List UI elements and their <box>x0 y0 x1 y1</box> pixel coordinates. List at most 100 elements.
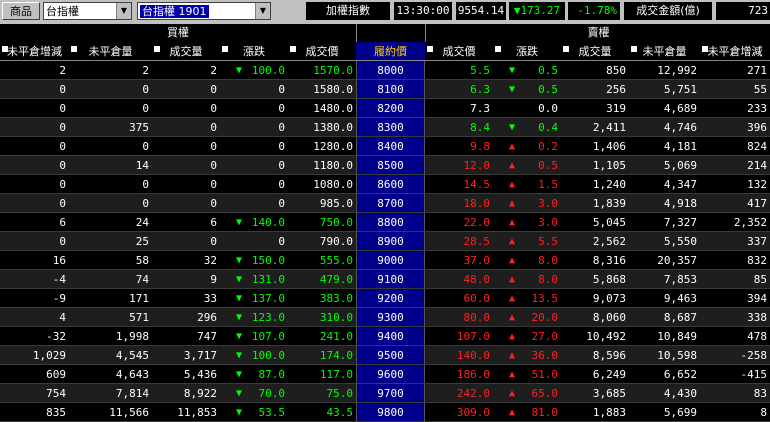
call-group-header: 買權 <box>0 24 357 43</box>
column-header-put-price[interactable]: 成交價 <box>425 42 493 61</box>
put-oi-change-cell: -258 <box>700 346 770 365</box>
put-oi-change-cell: 85 <box>700 270 770 289</box>
change-value: 3.0 <box>538 197 558 210</box>
call-open-interest-cell: 0 <box>69 80 152 99</box>
call-oi-change-cell: 0 <box>0 118 69 137</box>
change-value: 100.0 <box>251 349 285 362</box>
arrow-down-icon: ▼ <box>236 407 243 418</box>
put-price-cell: 14.5 <box>425 175 493 194</box>
table-row[interactable]: -9 171 33 ▼ 137.0 383.0 9200 60.0 ▲ 13.5 9,073 9,46… <box>0 289 770 308</box>
call-volume-cell: 8,922 <box>152 384 220 403</box>
change-value: 131.0 <box>251 273 285 286</box>
product-button[interactable]: 商品 <box>2 2 40 20</box>
change-value: 0 <box>278 121 285 134</box>
put-volume-cell: 2,411 <box>561 118 629 137</box>
sort-marker-icon <box>631 46 637 52</box>
call-change-cell: 0 <box>220 232 288 251</box>
change-value: 0 <box>278 102 285 115</box>
call-price-cell: 1480.0 <box>288 99 356 118</box>
column-header-put-change[interactable]: 漲跌 <box>493 42 561 61</box>
call-oi-change-cell: 609 <box>0 365 69 384</box>
put-oi-change-cell: 8 <box>700 403 770 422</box>
call-change-cell: ▼ 100.0 <box>220 61 288 80</box>
call-change-cell: 0 <box>220 156 288 175</box>
arrow-up-icon: ▲ <box>509 217 516 228</box>
call-open-interest-cell: 4,643 <box>69 365 152 384</box>
turnover-value: 723 <box>716 2 770 20</box>
put-price-cell: 7.3 <box>425 99 493 118</box>
call-volume-cell: 747 <box>152 327 220 346</box>
arrow-up-icon: ▲ <box>509 274 516 285</box>
arrow-up-icon: ▲ <box>509 293 516 304</box>
table-row[interactable]: 0 0 0 0 1580.0 8100 6.3 ▼ 0.5 256 5,751 55 <box>0 80 770 99</box>
strike-price-cell: 9500 <box>356 346 425 365</box>
column-header-call-price[interactable]: 成交價 <box>288 42 356 61</box>
call-volume-cell: 0 <box>152 175 220 194</box>
column-header-put-volume[interactable]: 成交量 <box>561 42 629 61</box>
call-oi-change-cell: 1,029 <box>0 346 69 365</box>
change-value: 5.5 <box>538 235 558 248</box>
contract-select[interactable]: 台指權 1901 ▼ <box>137 2 271 20</box>
product-select[interactable]: 台指權 ▼ <box>43 2 132 20</box>
call-oi-change-cell: 0 <box>0 80 69 99</box>
call-volume-cell: 2 <box>152 61 220 80</box>
change-value: 137.0 <box>251 292 285 305</box>
table-row[interactable]: 0 14 0 0 1180.0 8500 12.0 ▲ 0.5 1,105 5,069 214 <box>0 156 770 175</box>
call-volume-cell: 0 <box>152 99 220 118</box>
strike-price-cell: 9700 <box>356 384 425 403</box>
strike-price-cell: 8200 <box>356 99 425 118</box>
sort-marker-icon <box>290 46 296 52</box>
table-row[interactable]: 754 7,814 8,922 ▼ 70.0 75.0 9700 242.0 ▲ 65.0 3,68… <box>0 384 770 403</box>
column-header-label: 成交價 <box>442 45 476 58</box>
contract-select-value: 台指權 1901 <box>140 5 209 18</box>
table-row[interactable]: 1,029 4,545 3,717 ▼ 100.0 174.0 9500 140.0 ▲ 36.0… <box>0 346 770 365</box>
column-header-call-oi-change[interactable]: 未平倉增減 <box>0 42 69 61</box>
table-row[interactable]: 0 0 0 0 1080.0 8600 14.5 ▲ 1.5 1,240 4,347 132 <box>0 175 770 194</box>
product-select-value: 台指權 <box>46 5 79 18</box>
put-volume-cell: 5,868 <box>561 270 629 289</box>
call-open-interest-cell: 7,814 <box>69 384 152 403</box>
table-row[interactable]: 4 571 296 ▼ 123.0 310.0 9300 80.0 ▲ 20.0 8,060 8,68… <box>0 308 770 327</box>
strike-price-cell: 9000 <box>356 251 425 270</box>
call-open-interest-cell: 4,545 <box>69 346 152 365</box>
call-volume-cell: 32 <box>152 251 220 270</box>
put-volume-cell: 1,839 <box>561 194 629 213</box>
put-price-cell: 5.5 <box>425 61 493 80</box>
put-change-cell: ▲ 65.0 <box>493 384 561 403</box>
column-header-label: 漲跌 <box>243 45 265 58</box>
put-oi-change-cell: 478 <box>700 327 770 346</box>
put-open-interest-cell: 10,849 <box>629 327 700 346</box>
table-row[interactable]: 0 0 0 0 1480.0 8200 7.3 0.0 319 4,689 233 <box>0 99 770 118</box>
table-row[interactable]: -32 1,998 747 ▼ 107.0 241.0 9400 107.0 ▲ 27.0 10,4… <box>0 327 770 346</box>
column-header-put-open-interest[interactable]: 未平倉量 <box>629 42 700 61</box>
put-open-interest-cell: 4,430 <box>629 384 700 403</box>
put-volume-cell: 1,883 <box>561 403 629 422</box>
table-row[interactable]: 609 4,643 5,436 ▼ 87.0 117.0 9600 186.0 ▲ 51.0 6,2… <box>0 365 770 384</box>
change-value: 36.0 <box>531 349 559 362</box>
chevron-down-icon[interactable]: ▼ <box>255 3 270 19</box>
table-row[interactable]: 0 0 0 0 1280.0 8400 9.8 ▲ 0.2 1,406 4,181 824 <box>0 137 770 156</box>
call-price-cell: 555.0 <box>288 251 356 270</box>
put-open-interest-cell: 12,992 <box>629 61 700 80</box>
put-change-cell: ▲ 27.0 <box>493 327 561 346</box>
call-price-cell: 1080.0 <box>288 175 356 194</box>
chevron-down-icon[interactable]: ▼ <box>116 3 131 19</box>
table-row[interactable]: 16 58 32 ▼ 150.0 555.0 9000 37.0 ▲ 8.0 8,316 20,357… <box>0 251 770 270</box>
table-row[interactable]: 0 375 0 0 1380.0 8300 8.4 ▼ 0.4 2,411 4,746 396 <box>0 118 770 137</box>
column-header-call-open-interest[interactable]: 未平倉量 <box>69 42 152 61</box>
column-header-strike-price[interactable]: 履約價 <box>356 42 425 61</box>
column-header-call-change[interactable]: 漲跌 <box>220 42 288 61</box>
table-row[interactable]: 2 2 2 ▼ 100.0 1570.0 8000 5.5 ▼ 0.5 850 12,992 271 <box>0 61 770 80</box>
column-header-put-oi-change[interactable]: 未平倉增減 <box>700 42 770 61</box>
group-header-row: 買權 賣權 <box>0 24 770 43</box>
column-header-call-volume[interactable]: 成交量 <box>152 42 220 61</box>
strike-price-cell: 8000 <box>356 61 425 80</box>
table-row[interactable]: 6 24 6 ▼ 140.0 750.0 8800 22.0 ▲ 3.0 5,045 7,327 2,3… <box>0 213 770 232</box>
table-row[interactable]: 835 11,566 11,853 ▼ 53.5 43.5 9800 309.0 ▲ 81.0 1,… <box>0 403 770 422</box>
table-row[interactable]: -4 74 9 ▼ 131.0 479.0 9100 48.0 ▲ 8.0 5,868 7,853 85 <box>0 270 770 289</box>
change-value: 0 <box>278 83 285 96</box>
table-row[interactable]: 0 0 0 0 985.0 8700 18.0 ▲ 3.0 1,839 4,918 417 <box>0 194 770 213</box>
arrow-up-icon: ▲ <box>509 198 516 209</box>
arrow-up-icon: ▲ <box>509 141 516 152</box>
table-row[interactable]: 0 25 0 0 790.0 8900 28.5 ▲ 5.5 2,562 5,550 337 <box>0 232 770 251</box>
